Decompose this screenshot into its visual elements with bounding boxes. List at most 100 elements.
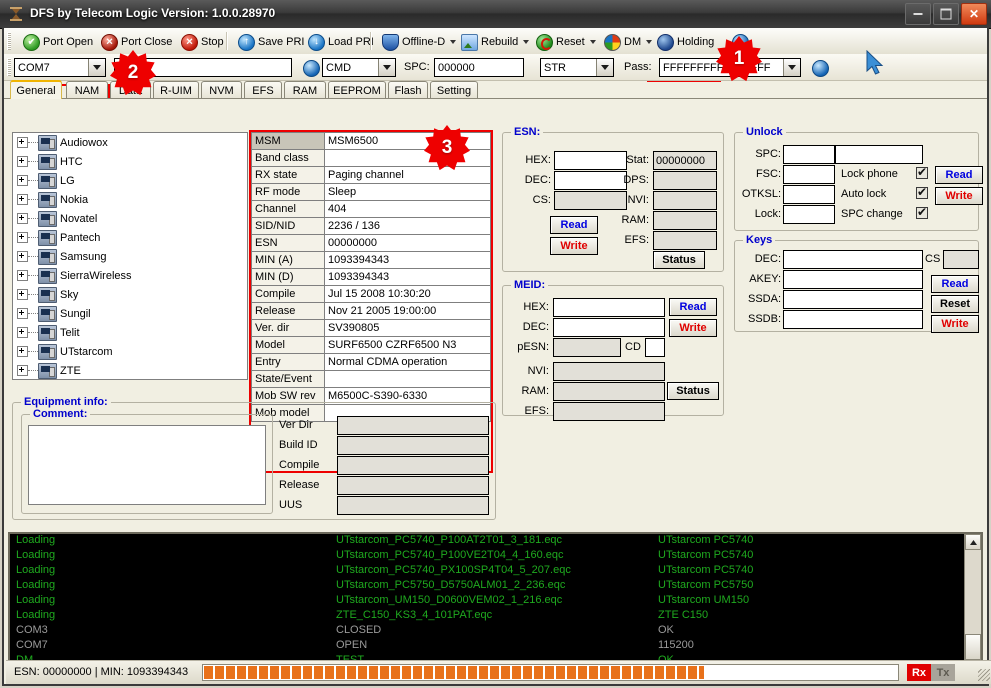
tree-node-samsung[interactable]: Samsung: [13, 247, 247, 266]
unlock-lock-phone-checkbox[interactable]: [916, 165, 928, 179]
unlock-write-button[interactable]: Write: [935, 187, 983, 205]
tree-node-htc[interactable]: HTC: [13, 152, 247, 171]
tree-node-nokia[interactable]: Nokia: [13, 190, 247, 209]
dm-button[interactable]: DM: [599, 31, 657, 53]
expand-plus-icon[interactable]: [17, 156, 28, 167]
log-row[interactable]: Loading ZTE_C150_KS3_4_101PAT.eqc ZTE C150: [10, 609, 966, 624]
save-pri-button[interactable]: Save PRI: [233, 31, 309, 53]
expand-plus-icon[interactable]: [17, 175, 28, 186]
unlock-auto-lock-checkbox[interactable]: [916, 185, 928, 199]
stop-button[interactable]: Stop: [176, 31, 229, 53]
rebuild-button[interactable]: Rebuild: [456, 31, 534, 53]
keys-write-button[interactable]: Write: [931, 315, 979, 333]
expand-plus-icon[interactable]: [17, 137, 28, 148]
tree-node-sky[interactable]: Sky: [13, 285, 247, 304]
holding-button[interactable]: Holding: [652, 31, 719, 53]
tree-node-pantech[interactable]: Pantech: [13, 228, 247, 247]
log-row[interactable]: Loading UTstarcom_PC5740_PX100SP4T04_5_20…: [10, 564, 966, 579]
expand-plus-icon[interactable]: [17, 194, 28, 205]
row2-grip[interactable]: [7, 58, 11, 76]
port-close-button[interactable]: Port Close: [96, 31, 177, 53]
tree-node-sungil[interactable]: Sungil: [13, 304, 247, 323]
expand-plus-icon[interactable]: [17, 213, 28, 224]
log-scroll-thumb[interactable]: [965, 634, 981, 660]
unlock-spc-change-checkbox[interactable]: [916, 205, 928, 219]
keys-read-button[interactable]: Read: [931, 275, 979, 293]
log-row[interactable]: COM7 OPEN 115200: [10, 639, 966, 654]
tab-nam[interactable]: NAM: [66, 81, 108, 99]
keys-dec-input[interactable]: [783, 250, 923, 269]
window-resize-grip[interactable]: [978, 669, 990, 681]
meid-status-button[interactable]: Status: [667, 382, 719, 400]
unlock-spc-input-2[interactable]: [835, 145, 923, 164]
tab-efs[interactable]: EFS: [244, 81, 282, 99]
expand-plus-icon[interactable]: [17, 365, 28, 376]
unlock-read-button[interactable]: Read: [935, 166, 983, 184]
minimize-button[interactable]: [905, 3, 931, 25]
tree-node-zte[interactable]: ZTE: [13, 361, 247, 379]
meid-hex-input[interactable]: [553, 298, 665, 317]
expand-plus-icon[interactable]: [17, 232, 28, 243]
log-row[interactable]: Loading UTstarcom_PC5740_P100VE2T04_4_160…: [10, 549, 966, 564]
pass-run-button[interactable]: [805, 58, 835, 79]
manufacturer-tree[interactable]: Audiowox HTC LG Nokia Novatel Pantech Samsung S…: [12, 132, 248, 380]
expand-plus-icon[interactable]: [17, 270, 28, 281]
log-scroll-up-button[interactable]: [965, 534, 981, 550]
expand-plus-icon[interactable]: [17, 251, 28, 262]
unlock-fsc-input[interactable]: [783, 165, 835, 184]
spc-input[interactable]: [434, 58, 524, 77]
maximize-button[interactable]: [933, 3, 959, 25]
port-select-chevron-down-icon[interactable]: [88, 59, 105, 76]
tree-node-novatel[interactable]: Novatel: [13, 209, 247, 228]
log-row[interactable]: Loading UTstarcom_PC5750_D5750ALM01_2_236…: [10, 579, 966, 594]
toolbar-grip[interactable]: [7, 32, 11, 50]
keys-ssda-input[interactable]: [783, 290, 923, 309]
tab-ram[interactable]: RAM: [284, 81, 326, 99]
str-select[interactable]: STR: [540, 58, 614, 77]
tab-general[interactable]: General: [10, 80, 62, 99]
load-pri-button[interactable]: Load PRI: [303, 31, 379, 53]
unlock-otksl-input[interactable]: [783, 185, 835, 204]
esn-read-button[interactable]: Read: [550, 216, 598, 234]
log-vertical-scrollbar[interactable]: [964, 534, 981, 662]
tree-node-telit[interactable]: Telit: [13, 323, 247, 342]
unlock-spc-input[interactable]: [783, 145, 835, 164]
log-row[interactable]: COM3 CLOSED OK: [10, 624, 966, 639]
meid-dec-input[interactable]: [553, 318, 665, 337]
tree-node-audiowox[interactable]: Audiowox: [13, 133, 247, 152]
tab-flash[interactable]: Flash: [388, 81, 428, 99]
expand-plus-icon[interactable]: [17, 289, 28, 300]
reset-button[interactable]: Reset: [531, 31, 601, 53]
rebuild-chevron-down-icon[interactable]: [523, 40, 530, 44]
esn-status-button[interactable]: Status: [653, 251, 705, 269]
log-row[interactable]: Loading UTstarcom_UM150_D0600VEM02_1_216.…: [10, 594, 966, 609]
keys-reset-button[interactable]: Reset: [931, 295, 979, 313]
port-select[interactable]: COM7: [14, 58, 106, 77]
tab-nvm[interactable]: NVM: [201, 81, 242, 99]
tab-r-uim[interactable]: R-UIM: [153, 81, 199, 99]
esn-write-button[interactable]: Write: [550, 237, 598, 255]
expand-plus-icon[interactable]: [17, 308, 28, 319]
log-row[interactable]: Loading UTstarcom_PC5740_P100AT2T01_3_181…: [10, 534, 966, 549]
mode-select[interactable]: CMD: [322, 58, 396, 77]
tree-node-sierrawireless[interactable]: SierraWireless: [13, 266, 247, 285]
meid-read-button[interactable]: Read: [669, 298, 717, 316]
keys-akey-input[interactable]: [783, 270, 923, 289]
expand-plus-icon[interactable]: [17, 327, 28, 338]
tree-node-lg[interactable]: LG: [13, 171, 247, 190]
port-open-button[interactable]: Port Open: [18, 31, 98, 53]
tree-node-utstarcom[interactable]: UTstarcom: [13, 342, 247, 361]
tab-eeprom[interactable]: EEPROM: [328, 81, 386, 99]
tab-setting[interactable]: Setting: [430, 81, 478, 99]
mode-select-chevron-down-icon[interactable]: [378, 59, 395, 76]
reset-chevron-down-icon[interactable]: [589, 40, 596, 44]
str-select-chevron-down-icon[interactable]: [596, 59, 613, 76]
close-button[interactable]: ✕: [961, 3, 987, 25]
unlock-lock-input[interactable]: [783, 205, 835, 224]
meid-cd-input[interactable]: [645, 338, 665, 357]
comment-textarea[interactable]: [28, 425, 266, 505]
expand-plus-icon[interactable]: [17, 346, 28, 357]
pass-select-chevron-down-icon[interactable]: [783, 59, 800, 76]
keys-ssdb-input[interactable]: [783, 310, 923, 329]
meid-write-button[interactable]: Write: [669, 319, 717, 337]
